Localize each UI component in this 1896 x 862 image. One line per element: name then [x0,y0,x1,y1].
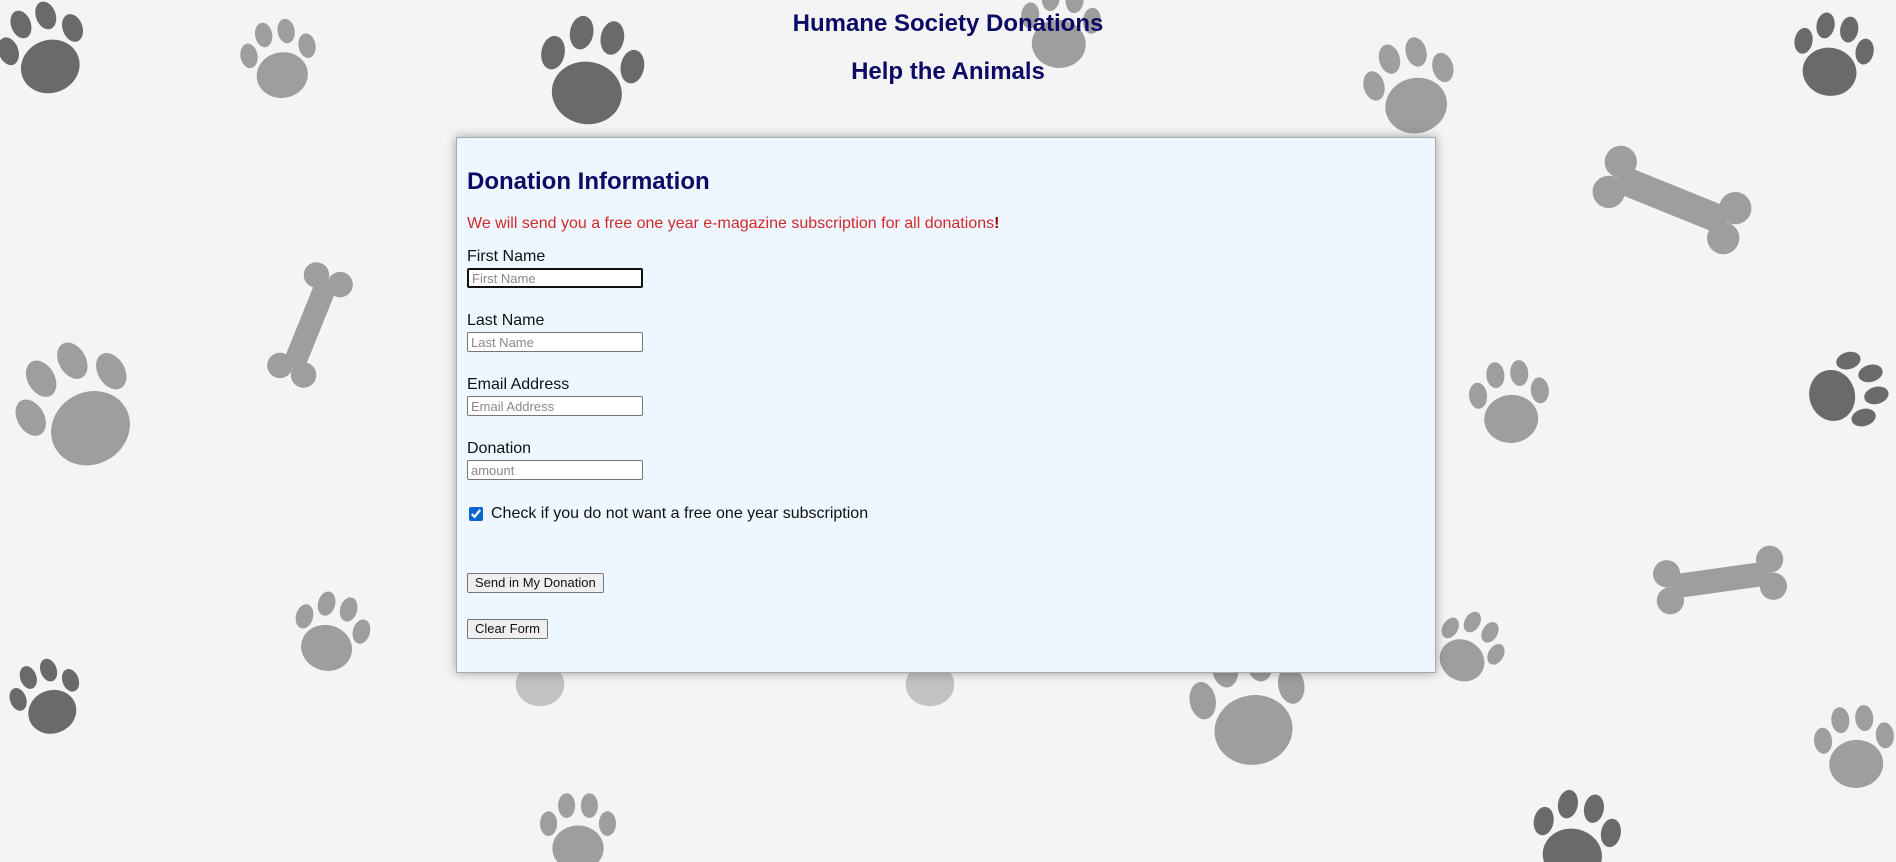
bone-icon [1587,140,1757,260]
donation-amount-input[interactable] [467,460,643,480]
form-title: Donation Information [467,168,710,195]
donation-label: Donation [467,440,532,457]
paw-print-icon [540,793,616,862]
send-donation-button[interactable]: Send in My Donation [467,573,604,593]
paw-print-icon [1354,29,1468,145]
page-title: Humane Society Donations [792,10,1104,37]
bone-icon [1651,543,1789,617]
last-name-input[interactable] [467,332,643,352]
email-address-input[interactable] [467,396,643,416]
clear-form-button[interactable]: Clear Form [467,619,549,639]
paw-print-icon [1524,784,1627,862]
subscription-opt-out-checkbox[interactable] [469,507,483,521]
first-name-label: First Name [467,248,546,265]
paw-print-icon [1811,702,1896,792]
bone-icon [263,258,357,392]
promo-exclamation: ! [994,215,1000,232]
last-name-label: Last Name [467,312,545,329]
paw-print-icon [1466,357,1554,447]
paw-print-icon [0,322,161,490]
page-subtitle: Help the Animals [851,58,1045,85]
donation-form: Donation Information We will send you a … [456,137,1436,673]
email-address-label: Email Address [467,376,570,393]
first-name-input[interactable] [467,268,643,288]
subscription-opt-out-label: Check if you do not want a free one year… [491,505,869,522]
promo-text: We will send you a free one year e-magaz… [467,215,995,232]
paw-print-icon [283,584,378,680]
promo-message: We will send you a free one year e-magaz… [467,215,999,233]
subscription-opt-out-row: Check if you do not want a free one year… [469,505,868,523]
paw-print-icon [1800,344,1896,439]
paw-print-icon [0,650,94,745]
paw-print-icon [1422,600,1517,695]
